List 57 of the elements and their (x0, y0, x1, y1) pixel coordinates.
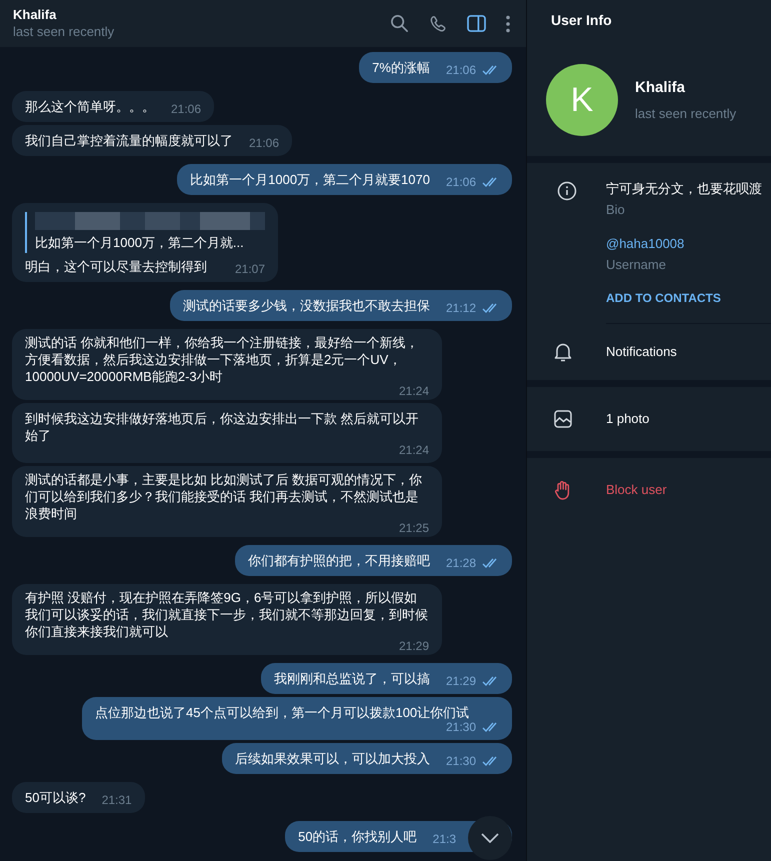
bio-text: 宁可身无分文，也要花呗渡 (606, 180, 763, 198)
chevron-down-icon (481, 833, 499, 843)
field-label: Username (606, 256, 667, 274)
message-text: 7%的涨幅 (372, 59, 430, 76)
message-text: 我们自己掌控着流量的幅度就可以了 (25, 132, 233, 149)
more-icon[interactable] (506, 14, 510, 32)
message-text: 我刚刚和总监说了，可以搞 (274, 670, 430, 686)
message-time: 21:31 (102, 794, 132, 806)
message-time: 21:28 (446, 556, 476, 568)
add-to-contacts-button[interactable]: ADD TO CONTACTS (606, 289, 721, 307)
message-time: 21:29 (446, 674, 476, 686)
scroll-down-button[interactable] (468, 816, 512, 860)
message-text: 明白，这个可以尽量去控制得到 (25, 258, 207, 274)
message-text: 点位那边也说了45个点可以给到，第一个月可以拨款100让你们试 (95, 704, 470, 720)
block-user-button[interactable]: Block user (606, 480, 667, 500)
message-time: 21:30 (446, 754, 476, 766)
panel-title: User Info (550, 10, 613, 30)
message-time: 21:3 (432, 832, 456, 844)
sidebar-toggle-icon[interactable] (467, 15, 486, 32)
message-time: 21:06 (171, 103, 202, 115)
message-text: 后续如果效果可以，可以加大投入 (234, 750, 430, 766)
message-time: 21:07 (234, 262, 265, 274)
message-time: 21:24 (398, 384, 429, 396)
message-time: 21:29 (398, 640, 429, 652)
message-time: 21:06 (446, 176, 476, 188)
field-label: Bio (606, 201, 626, 219)
contact-name: Khalifa (13, 6, 58, 22)
phone-icon[interactable] (429, 14, 447, 32)
message-time: 21:25 (398, 522, 429, 534)
message-time: 21:06 (249, 137, 280, 149)
contact-status: last seen recently (635, 104, 736, 123)
hand-icon (554, 480, 572, 500)
shared-photos-item[interactable]: 1 photo (606, 409, 650, 429)
message-text: 比如第一个月1000万，第二个月就要1070 (190, 171, 430, 188)
message-text: 50的话，你找别人吧 (298, 828, 417, 844)
message-text: 有护照 没赔付，现在护照在弄降签9G，6号可以拿到护照，所以假如我们可以谈妥的话，我们就直接下一步，我们就不等那边回复，到时候你们直接来接我们就可以 (25, 588, 429, 640)
message-text: 测试的话要多少钱，没数据我也不敢去担保 (182, 296, 430, 314)
message-text: 你们都有护照的把，不用接赔吧 (248, 552, 430, 568)
message-time: 21:06 (446, 64, 476, 76)
message-text: 50可以谈? (25, 788, 86, 806)
message-time: 21:30 (446, 720, 476, 732)
message-text: 到时候我这边安排做好落地页后，你这边安排出一下款 然后就可以开始了 (25, 410, 420, 444)
contact-status: last seen recently (13, 22, 116, 40)
username-link[interactable]: @haha10008 (606, 235, 684, 253)
message-text: 那么这个简单呀。。。 (25, 98, 155, 115)
message-text: 测试的话 你就和他们一样，你给我一个注册链接，最好给一个新线，方便看数据，然后我这边安排做一下落地页，折算是2元一个UV，10000UV=20000RMB能跑2-3小时 (25, 334, 420, 384)
bell-icon (554, 342, 572, 362)
message-time: 21:12 (446, 302, 476, 314)
notifications-item[interactable]: Notifications (606, 342, 677, 362)
contact-name: Khalifa (635, 78, 686, 98)
image-icon (554, 410, 572, 428)
avatar: K (546, 64, 618, 136)
quoted-message[interactable]: 比如第一个月1000万，第二个月就... (35, 233, 265, 252)
message-text: 测试的话都是小事，主要是比如 比如测试了后 数据可观的情况下，你们可以给到我们多少？我们能接受的话 我们再去测试，不然测试也是浪费时间 (25, 470, 424, 522)
message-time: 21:24 (398, 444, 429, 456)
info-icon (556, 181, 576, 201)
search-icon[interactable] (390, 14, 409, 33)
